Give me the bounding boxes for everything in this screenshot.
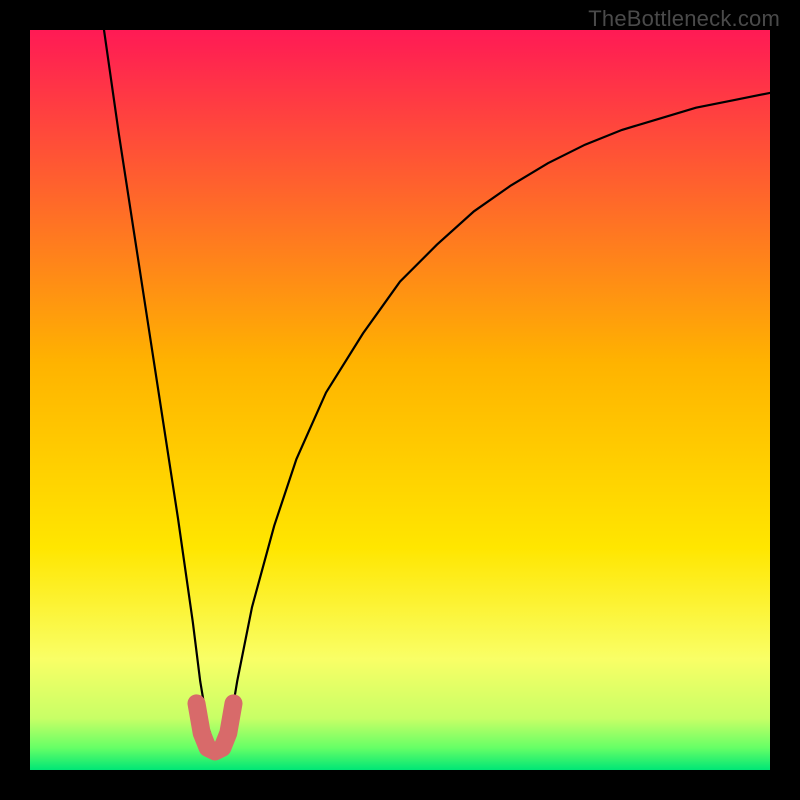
plot-area: [30, 30, 770, 770]
chart-container: TheBottleneck.com: [0, 0, 800, 800]
optimal-zone-marker: [197, 703, 234, 751]
bottleneck-curve: [104, 30, 770, 748]
watermark-text: TheBottleneck.com: [588, 6, 780, 32]
curve-overlay: [30, 30, 770, 770]
